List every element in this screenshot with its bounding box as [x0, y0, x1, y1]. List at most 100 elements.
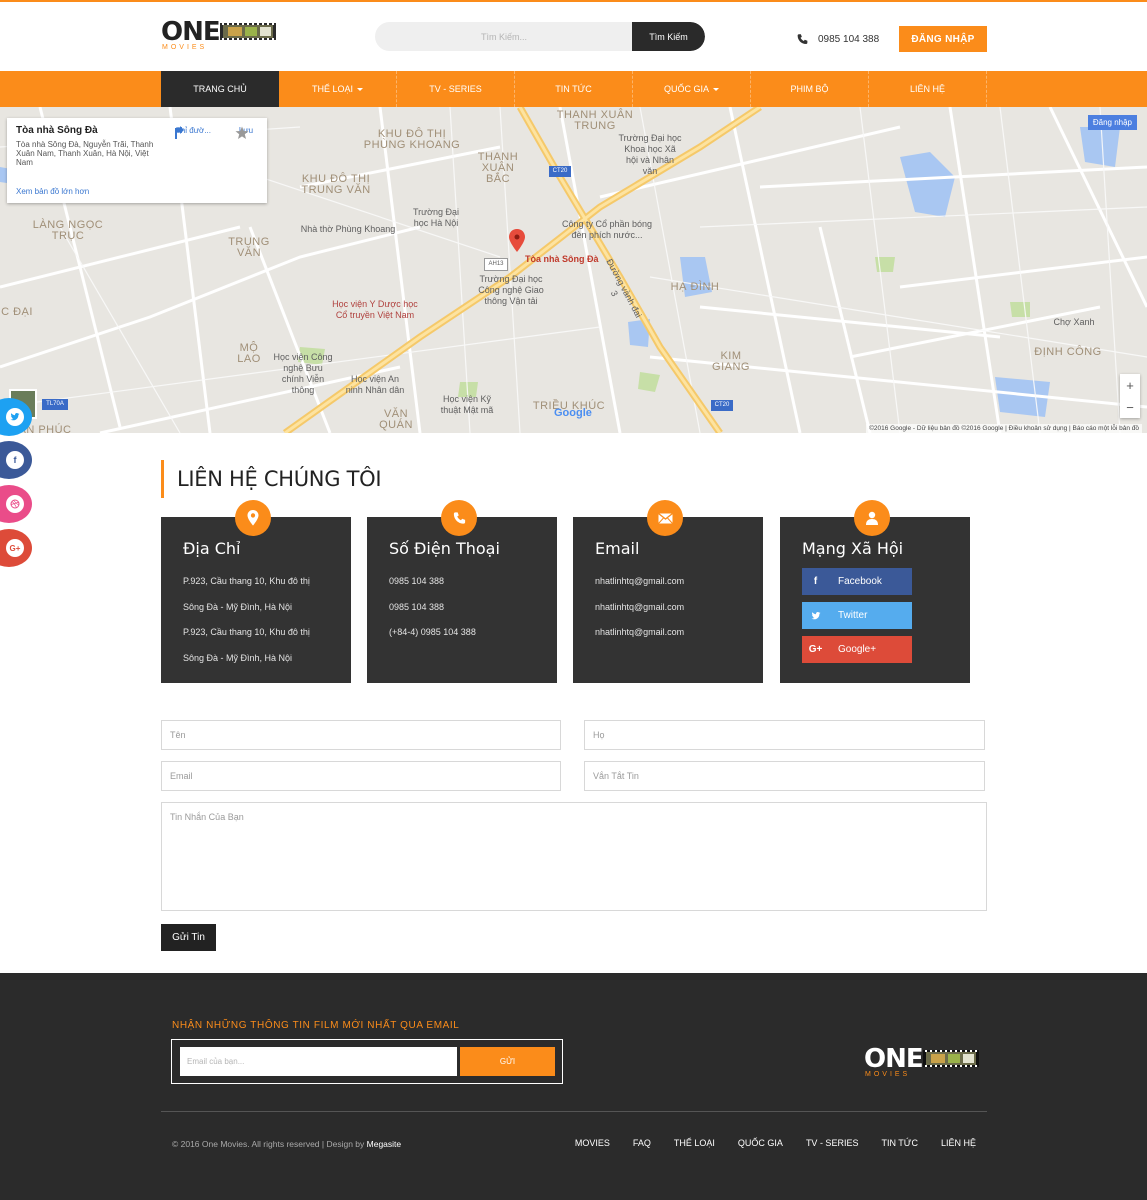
map-poi: Trường Đại học Khoa học Xã hội và Nhân v…	[618, 133, 682, 176]
map-label: VĂN QUÁN	[379, 408, 413, 431]
caret-down-icon	[357, 87, 363, 91]
twitter-button[interactable]: Twitter	[802, 602, 912, 629]
logo-text: ONE	[161, 17, 221, 47]
nav-label: TRANG CHỦ	[193, 84, 247, 94]
footer-link-faq[interactable]: FAQ	[633, 1138, 651, 1148]
newsletter-email-input[interactable]	[180, 1047, 457, 1076]
map-signin-button[interactable]: Đăng nhập	[1087, 115, 1137, 130]
footer-link-tv-series[interactable]: TV - SERIES	[806, 1138, 859, 1148]
footer-nav: MOVIES FAQ THỂ LOẠI QUỐC GIA TV - SERIES…	[575, 1138, 976, 1148]
nav-label: QUỐC GIA	[663, 84, 709, 94]
signin-label: Đăng nhập	[1092, 118, 1132, 127]
map-label: LÀNG NGỌC TRỤC	[32, 219, 104, 242]
phone-line: (+84-4) 0985 104 388	[389, 627, 476, 637]
map-zoom-control: + −	[1120, 374, 1140, 418]
logo-subtitle: MOVIES	[162, 44, 208, 51]
nav-item-countries[interactable]: QUỐC GIA	[633, 71, 751, 107]
facebook-icon: f	[813, 576, 818, 587]
newsletter-send-button[interactable]: GỬI	[460, 1047, 555, 1076]
twitter-icon	[6, 408, 24, 426]
card-title: Địa Chỉ	[183, 539, 241, 558]
nav-item-news[interactable]: TIN TỨC	[515, 71, 633, 107]
send-message-button[interactable]: Gửi Tin	[161, 924, 216, 951]
email-input[interactable]	[161, 761, 561, 791]
nav-label: PHIM BỘ	[790, 84, 829, 94]
map-poi: Chợ Xanh	[1053, 317, 1095, 327]
envelope-icon	[647, 500, 683, 536]
address-card: Địa Chỉ P.923, Cầu thang 10, Khu đô thị …	[161, 500, 351, 683]
footer-link-movies[interactable]: MOVIES	[575, 1138, 610, 1148]
social-label: Twitter	[838, 610, 868, 621]
logo-subtitle: MOVIES	[865, 1071, 911, 1078]
nav-item-series[interactable]: PHIM BỘ	[751, 71, 869, 107]
phone-icon	[797, 34, 808, 44]
google-logo: Google	[554, 407, 592, 419]
first-name-input[interactable]	[161, 720, 561, 750]
map-label: THANH XUÂN BẮC	[477, 151, 519, 185]
search-input[interactable]	[375, 22, 633, 51]
zoom-in-button[interactable]: +	[1120, 374, 1140, 396]
footer-link-contact[interactable]: LIÊN HỆ	[941, 1138, 976, 1148]
site-logo[interactable]: ONE MOVIES	[161, 17, 276, 51]
map-poi: Học viện An ninh Nhân dân	[345, 374, 405, 395]
footer-link-countries[interactable]: QUỐC GIA	[738, 1138, 783, 1148]
nav-item-contact[interactable]: LIÊN HỆ	[869, 71, 987, 107]
footer-link-genres[interactable]: THỂ LOẠI	[674, 1138, 715, 1148]
float-google-plus-button[interactable]: G+	[0, 529, 32, 567]
card-title: Mạng Xã Hội	[802, 539, 904, 558]
nav-item-genres[interactable]: THỂ LOẠI	[279, 71, 397, 107]
copyright: © 2016 One Movies. All rights reserved |…	[172, 1139, 401, 1149]
phone-line: 0985 104 388	[389, 576, 445, 586]
address-line: P.923, Cầu thang 10, Khu đô thị	[183, 627, 310, 637]
nav-item-tv-series[interactable]: TV - SERIES	[397, 71, 515, 107]
map-attribution[interactable]: ©2016 Google - Dữ liệu bản đồ ©2016 Goog…	[866, 424, 1142, 433]
google-map[interactable]: KHU ĐÔ THỊ PHÙNG KHOANG KHU ĐÔ THỊ TRUNG…	[0, 107, 1147, 433]
twitter-icon	[802, 602, 829, 629]
footer: NHẬN NHỮNG THÔNG TIN FILM MỚI NHẤT QUA E…	[0, 973, 1147, 1200]
card-title: Số Điện Thoại	[389, 539, 500, 558]
address-line: P.923, Cầu thang 10, Khu đô thị	[183, 576, 310, 586]
caret-down-icon	[713, 87, 719, 91]
google-plus-icon: G+	[808, 644, 823, 655]
footer-logo[interactable]: ONE MOVIES	[864, 1046, 979, 1078]
nav-label: TV - SERIES	[429, 84, 482, 94]
larger-map-link[interactable]: Xem bản đồ lớn hơn	[16, 187, 89, 196]
float-facebook-button[interactable]: f	[0, 441, 32, 479]
facebook-button[interactable]: f Facebook	[802, 568, 912, 595]
email-line[interactable]: nhatlinhtq@gmail.com	[595, 601, 684, 627]
map-poi: Nhà thờ Phùng Khoang	[300, 224, 396, 234]
zoom-out-button[interactable]: −	[1120, 396, 1140, 418]
email-line[interactable]: nhatlinhtq@gmail.com	[595, 626, 684, 652]
login-button[interactable]: ĐĂNG NHẬP	[899, 26, 987, 52]
social-label: Google+	[838, 644, 877, 655]
nav-label: LIÊN HỆ	[909, 84, 945, 94]
search-button[interactable]: Tìm Kiếm	[632, 22, 705, 51]
map-poi: CT20	[549, 166, 571, 177]
place-name: Tòa nhà Sông Đà	[16, 125, 98, 136]
map-marker-label: Tòa nhà Sông Đà	[525, 254, 599, 264]
directions-button[interactable]: Chỉ đườ...	[173, 126, 213, 139]
nav-label: TIN TỨC	[555, 84, 592, 94]
save-button[interactable]: Lưu	[235, 126, 257, 139]
social-label: Facebook	[838, 576, 882, 587]
subject-input[interactable]	[584, 761, 985, 791]
facebook-icon: f	[6, 451, 24, 469]
header-phone: 0985 104 388	[796, 33, 879, 46]
place-address: Tòa nhà Sông Đà, Nguyễn Trãi, Thanh Xuân…	[16, 140, 154, 167]
email-line[interactable]: nhatlinhtq@gmail.com	[595, 575, 684, 601]
nav-item-home[interactable]: TRANG CHỦ	[161, 71, 279, 107]
user-icon	[854, 500, 890, 536]
footer-link-news[interactable]: TIN TỨC	[881, 1138, 918, 1148]
map-poi: Học viện Công nghệ Bưu chính Viễn thông	[273, 352, 333, 395]
message-textarea[interactable]	[161, 802, 987, 911]
last-name-input[interactable]	[584, 720, 985, 750]
phone-card: Số Điện Thoại 0985 104 388 0985 104 388 …	[367, 500, 557, 683]
map-label: KIM GIANG	[712, 350, 750, 373]
designer-link[interactable]: Megasite	[367, 1139, 402, 1149]
address-line: Sông Đà - Mỹ Đình, Hà Nội	[183, 652, 293, 663]
newsletter-title: NHẬN NHỮNG THÔNG TIN FILM MỚI NHẤT QUA E…	[172, 1020, 460, 1031]
float-dribbble-button[interactable]	[0, 485, 32, 523]
email-card: Email nhatlinhtq@gmail.com nhatlinhtq@gm…	[573, 500, 763, 683]
google-plus-button[interactable]: G+ Google+	[802, 636, 912, 663]
map-label: THANH XUÂN TRUNG	[556, 109, 634, 132]
